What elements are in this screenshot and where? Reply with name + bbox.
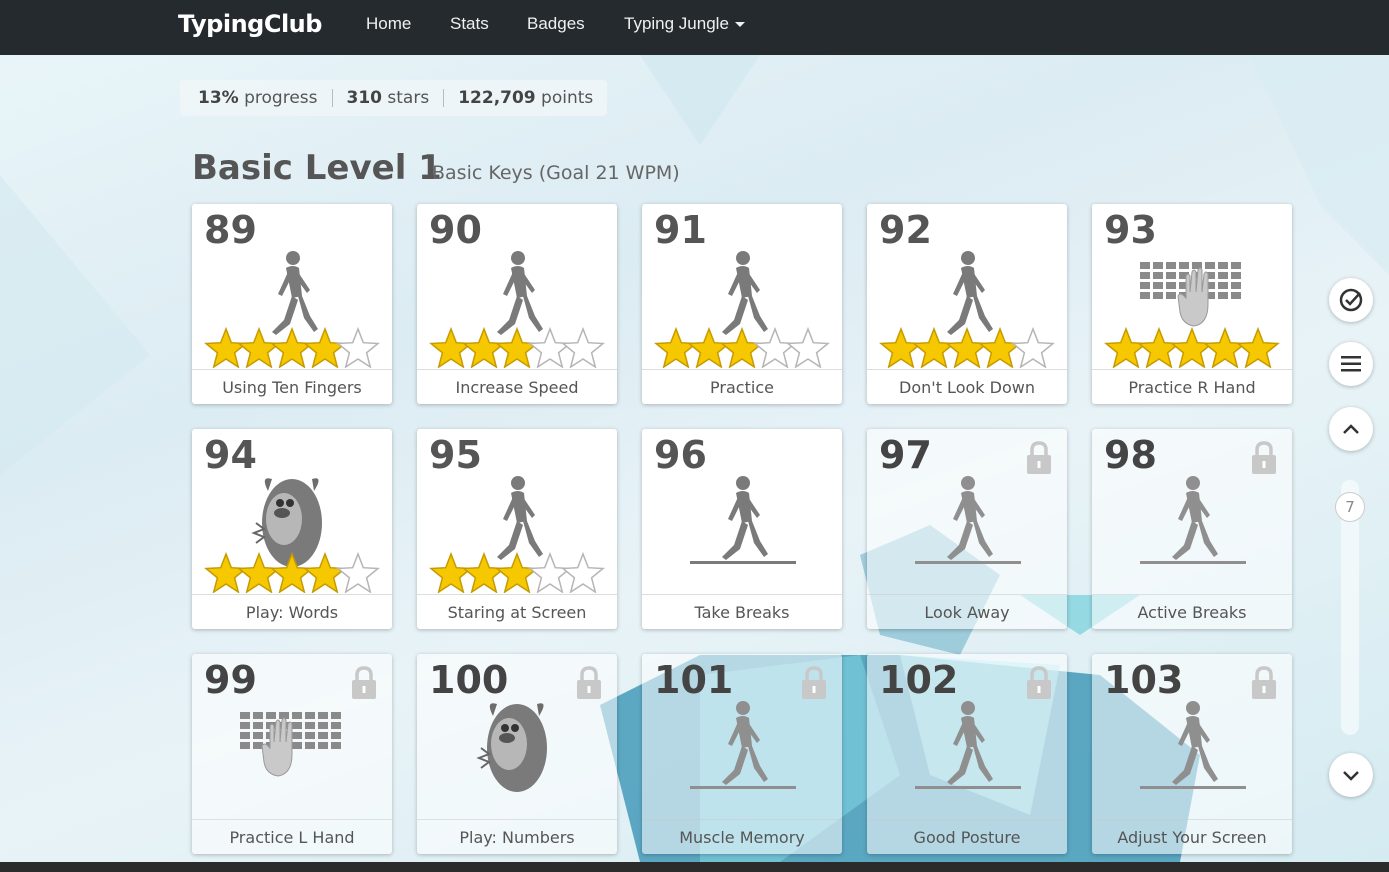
chevron-down-icon [1343, 771, 1359, 781]
lesson-card-101[interactable]: 101 Muscle Memory [642, 654, 842, 854]
points-count: 122,709 [458, 88, 536, 108]
walking-person-icon [690, 476, 796, 564]
walking-person-icon [1140, 701, 1246, 789]
progress-summary: 13% progress 310 stars 122,709 points [180, 80, 607, 116]
lesson-card-92[interactable]: 92 Don't Look Down [867, 204, 1067, 404]
menu-button[interactable] [1329, 342, 1373, 386]
walking-person-icon [915, 476, 1021, 564]
chevron-up-icon [1343, 424, 1359, 434]
lesson-label: Practice R Hand [1092, 369, 1292, 404]
lesson-label: Active Breaks [1092, 594, 1292, 629]
star-rating [1104, 326, 1280, 368]
nav-typing-jungle-label: Typing Jungle [624, 14, 729, 33]
lesson-label: Muscle Memory [642, 819, 842, 854]
lesson-card-89[interactable]: 89 Using Ten Fingers [192, 204, 392, 404]
top-navbar: TypingClub Home Stats Badges Typing Jung… [0, 0, 1389, 55]
lock-icon [352, 666, 376, 699]
lesson-card-90[interactable]: 90 Increase Speed [417, 204, 617, 404]
level-subtitle: Basic Keys (Goal 21 WPM) [432, 162, 680, 184]
nav-typing-jungle-dropdown[interactable]: Typing Jungle [624, 14, 745, 34]
caret-down-icon [734, 22, 745, 28]
lesson-card-98[interactable]: 98 Active Breaks [1092, 429, 1292, 629]
star-rating [879, 326, 1055, 368]
lock-icon [802, 666, 826, 699]
lesson-card-102[interactable]: 102 Good Posture [867, 654, 1067, 854]
nav-home-link[interactable]: Home [366, 14, 411, 34]
lock-icon [1252, 441, 1276, 474]
scroll-down-button[interactable] [1329, 753, 1373, 797]
lesson-label: Don't Look Down [867, 369, 1067, 404]
lesson-label: Play: Numbers [417, 819, 617, 854]
scroll-up-button[interactable] [1329, 407, 1373, 451]
lesson-label: Increase Speed [417, 369, 617, 404]
lesson-label: Practice [642, 369, 842, 404]
lesson-label: Using Ten Fingers [192, 369, 392, 404]
divider [443, 89, 445, 107]
lesson-card-93[interactable]: 93 Practice R Hand [1092, 204, 1292, 404]
star-rating [429, 326, 605, 368]
menu-icon [1341, 356, 1361, 372]
lesson-card-100[interactable]: 100 Play: Numbers [417, 654, 617, 854]
stars-count: 310 [346, 88, 383, 108]
lesson-label: Adjust Your Screen [1092, 819, 1292, 854]
star-rating [204, 551, 380, 593]
lesson-card-91[interactable]: 91 Practice [642, 204, 842, 404]
progress-percent: 13% [198, 88, 239, 108]
monster-game-icon [476, 703, 547, 792]
walking-person-icon [1140, 476, 1246, 564]
star-rating [204, 326, 380, 368]
points-label: points [541, 88, 594, 108]
star-rating [654, 326, 830, 368]
star-rating [429, 551, 605, 593]
check-circle-button[interactable] [1329, 278, 1373, 322]
lesson-label: Staring at Screen [417, 594, 617, 629]
taskbar-edge [0, 862, 1389, 872]
lesson-card-99[interactable]: 99 Practice L Hand [192, 654, 392, 854]
lesson-card-103[interactable]: 103 Adjust Your Screen [1092, 654, 1292, 854]
stars-label: stars [387, 88, 430, 108]
walking-person-icon [690, 701, 796, 789]
walking-person-icon [915, 701, 1021, 789]
level-slider-knob[interactable]: 7 [1335, 492, 1365, 522]
lock-icon [1252, 666, 1276, 699]
lesson-label: Good Posture [867, 819, 1067, 854]
keyboard-left-hand-icon [240, 712, 341, 777]
level-title: Basic Level 1 [192, 148, 442, 188]
lesson-card-94[interactable]: 94 Play: Words [192, 429, 392, 629]
check-circle-icon [1339, 288, 1363, 312]
divider [331, 89, 333, 107]
nav-badges-link[interactable]: Badges [527, 14, 585, 34]
lock-icon [1027, 441, 1051, 474]
lesson-card-96[interactable]: 96 Take Breaks [642, 429, 842, 629]
lesson-label: Practice L Hand [192, 819, 392, 854]
brand-logo[interactable]: TypingClub [178, 10, 322, 38]
lesson-label: Play: Words [192, 594, 392, 629]
nav-stats-link[interactable]: Stats [450, 14, 489, 34]
lesson-card-97[interactable]: 97 Look Away [867, 429, 1067, 629]
lock-icon [1027, 666, 1051, 699]
lesson-label: Look Away [867, 594, 1067, 629]
progress-percent-label: progress [244, 88, 318, 108]
lesson-label: Take Breaks [642, 594, 842, 629]
lock-icon [577, 666, 601, 699]
lesson-card-95[interactable]: 95 Staring at Screen [417, 429, 617, 629]
